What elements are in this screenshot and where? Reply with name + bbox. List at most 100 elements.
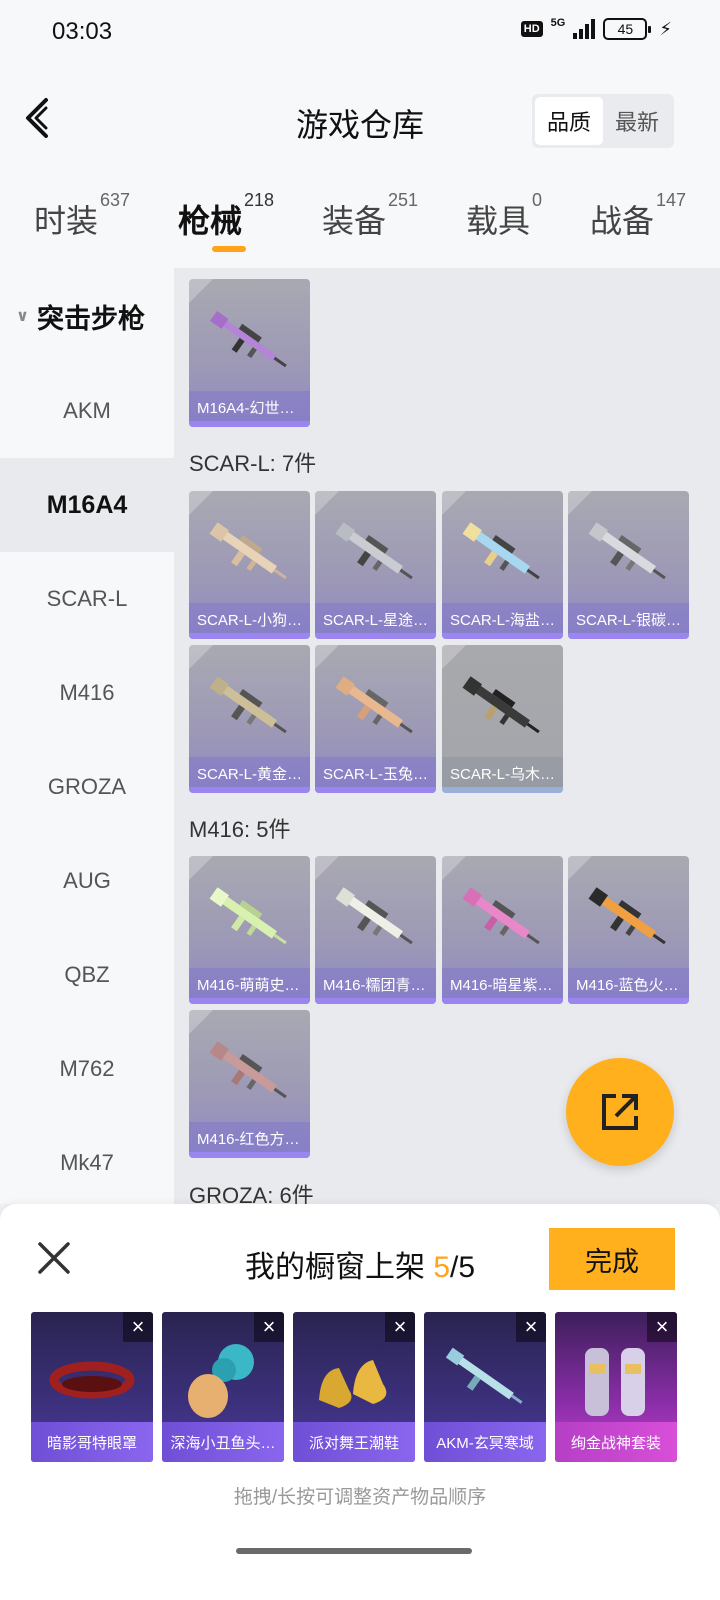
rifle-icon [209,522,287,580]
skin-card[interactable]: M416-萌萌史… [189,856,310,1004]
sidebar-item-scar-l[interactable]: SCAR-L [0,552,174,646]
status-time: 03:03 [52,18,113,45]
rarity-bar [189,421,310,427]
sidebar-item-mk47[interactable]: Mk47 [0,1116,174,1210]
remove-item-button[interactable]: × [254,1312,284,1342]
card-corner [568,491,592,515]
tab-vehicles[interactable]: 载具0 [466,174,542,268]
skin-card[interactable]: M16A4-幻世… [189,279,310,427]
card-label: M416-蓝色火… [568,968,689,998]
showcase-item[interactable]: × 深海小丑鱼头… [162,1312,284,1462]
rifle-icon [209,887,287,945]
sort-latest-option[interactable]: 最新 [603,97,671,145]
hair-icon [188,1344,254,1418]
showcase-total-count: /5 [450,1251,476,1284]
header: 游戏仓库 品质 最新 [0,64,720,174]
card-corner [189,856,213,880]
skin-card[interactable]: SCAR-L-乌木… [442,645,563,793]
rifle-icon [445,1347,523,1404]
tab-count: 251 [387,190,419,211]
reorder-hint: 拖拽/长按可调整资产物品顺序 [233,1487,487,1508]
skin-card[interactable]: SCAR-L-星途… [315,491,436,639]
rifle-icon [462,676,540,734]
sidebar-item-m416[interactable]: M416 [0,646,174,740]
skin-card[interactable]: SCAR-L-黄金… [189,645,310,793]
done-button[interactable]: 完成 [549,1228,675,1290]
rifle-icon [210,311,287,368]
charging-icon: ⚡ [659,18,672,39]
rifle-icon [335,676,413,734]
sidebar-group-assault-rifles[interactable]: ∨ 突击步枪 [0,268,174,364]
tab-count: 147 [655,190,686,211]
home-indicator[interactable] [236,1548,472,1554]
card-label: M416-暗星紫… [442,968,563,998]
rifle-icon [588,887,666,945]
sort-quality-option[interactable]: 品质 [534,97,603,145]
showcase-item-label: 深海小丑鱼头… [162,1422,284,1462]
status-bar: 03:03 HD 5G 45 ⚡ [0,0,720,64]
card-corner [189,1010,213,1034]
card-label: SCAR-L-乌木… [442,757,563,787]
tab-supplies[interactable]: 战备147 [590,174,686,268]
showcase-item[interactable]: × AKM-玄冥寒域 [424,1312,546,1462]
sidebar-item-m16a4[interactable]: M16A4 [0,458,174,552]
skin-card[interactable]: SCAR-L-小狗… [189,491,310,639]
sidebar-item-aug[interactable]: AUG [0,834,174,928]
sidebar-item-qbz[interactable]: QBZ [0,928,174,1022]
showcase-item[interactable]: × 暗影哥特眼罩 [31,1312,153,1462]
rifle-icon [335,887,413,945]
card-label: M416-红色方… [189,1122,310,1152]
rarity-bar [189,633,310,639]
remove-item-button[interactable]: × [123,1312,153,1342]
status-icons: HD 5G 45 ⚡ [520,17,672,40]
skin-card[interactable]: SCAR-L-海盐… [442,491,563,639]
skin-card[interactable]: SCAR-L-银碳… [568,491,689,639]
skin-card[interactable]: M416-蓝色火… [568,856,689,1004]
tab-count: 637 [99,190,131,211]
section-title-m416: M416: 5件 [189,817,291,842]
skin-card[interactable]: M416-红色方… [189,1010,310,1158]
rifle-icon [209,1041,287,1099]
hd-icon: HD [520,21,543,37]
card-corner [442,491,466,515]
card-label: SCAR-L-玉兔… [315,757,436,787]
card-corner [568,856,592,880]
tab-outfits[interactable]: 时装637 [34,174,130,268]
card-corner [315,491,339,515]
skin-card[interactable]: M416-暗星紫… [442,856,563,1004]
signal-icon [573,19,596,39]
section-title-groza: GROZA: 6件 [189,1183,314,1204]
share-fab-button[interactable] [566,1058,674,1166]
sort-toggle: 品质 最新 [531,94,674,148]
showcase-current-count: 5 [433,1251,450,1284]
rarity-bar [189,1152,310,1158]
sidebar-group-label: 突击步枪 [37,303,145,334]
rarity-bar [568,633,689,639]
remove-item-button[interactable]: × [647,1312,677,1342]
rarity-bar [315,787,436,793]
tab-label: 战备 [589,203,654,239]
eye-mask-icon [49,1361,135,1399]
remove-item-button[interactable]: × [516,1312,546,1342]
showcase-item-label: 派对舞王潮鞋 [293,1422,415,1462]
sidebar-item-akm[interactable]: AKM [0,364,174,458]
showcase-item[interactable]: × 派对舞王潮鞋 [293,1312,415,1462]
skin-card[interactable]: SCAR-L-玉兔… [315,645,436,793]
remove-item-button[interactable]: × [385,1312,415,1342]
skin-card[interactable]: M416-糯团青… [315,856,436,1004]
rarity-bar [189,787,310,793]
sidebar-item-m762[interactable]: M762 [0,1022,174,1116]
showcase-title-text: 我的橱窗上架 [244,1251,434,1284]
sidebar-item-groza[interactable]: GROZA [0,740,174,834]
tab-guns[interactable]: 枪械218 [178,174,274,268]
battery-icon: 45 [603,18,652,40]
showcase-item-label: 绚金战神套装 [555,1422,677,1462]
tab-equipment[interactable]: 装备251 [322,174,418,268]
showcase-item[interactable]: × 绚金战神套装 [555,1312,677,1462]
rarity-bar [442,787,563,793]
weapon-sidebar: ∨ 突击步枪 AKM M16A4 SCAR-L M416 GROZA AUG Q… [0,268,174,1204]
rifle-icon [462,887,540,945]
rifle-icon [335,522,413,580]
card-label: SCAR-L-小狗… [189,603,310,633]
shoes-icon [319,1360,387,1408]
